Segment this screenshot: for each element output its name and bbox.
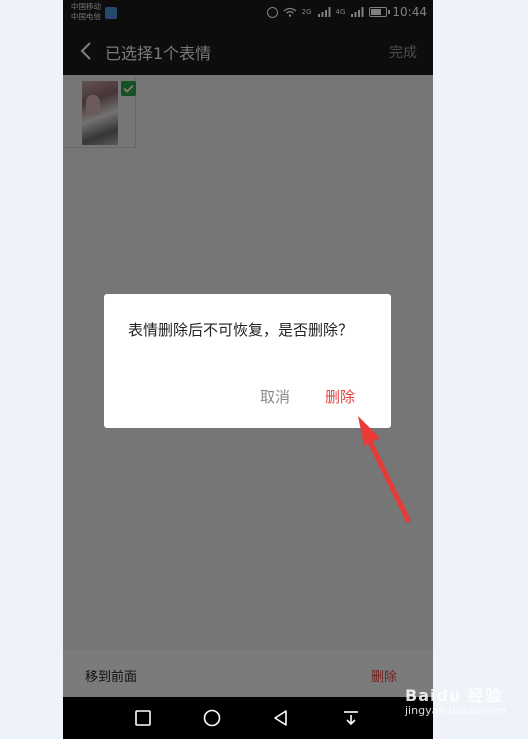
confirm-dialog: 表情删除后不可恢复，是否删除？ 取消 删除 (104, 294, 391, 428)
dialog-delete-button[interactable]: 删除 (325, 386, 355, 407)
watermark-brand: Baidu 经验 (405, 686, 502, 705)
circle-icon[interactable] (202, 708, 222, 728)
phone-screen: 中国移动 中国电信 2G 4G 10:44 (63, 0, 433, 739)
dialog-cancel-button[interactable]: 取消 (260, 386, 290, 407)
red-pointer-arrow-annotation (358, 416, 411, 523)
dialog-message: 表情删除后不可恢复，是否删除？ (128, 321, 354, 339)
system-nav-bar (63, 697, 433, 739)
baidu-jingyan-watermark: Baidu 经验 jingyan.baidu.com (405, 682, 515, 722)
watermark-url: jingyan.baidu.com (405, 704, 507, 717)
pull-down-icon[interactable] (341, 708, 361, 728)
triangle-back-icon[interactable] (271, 708, 291, 728)
square-icon[interactable] (133, 708, 153, 728)
